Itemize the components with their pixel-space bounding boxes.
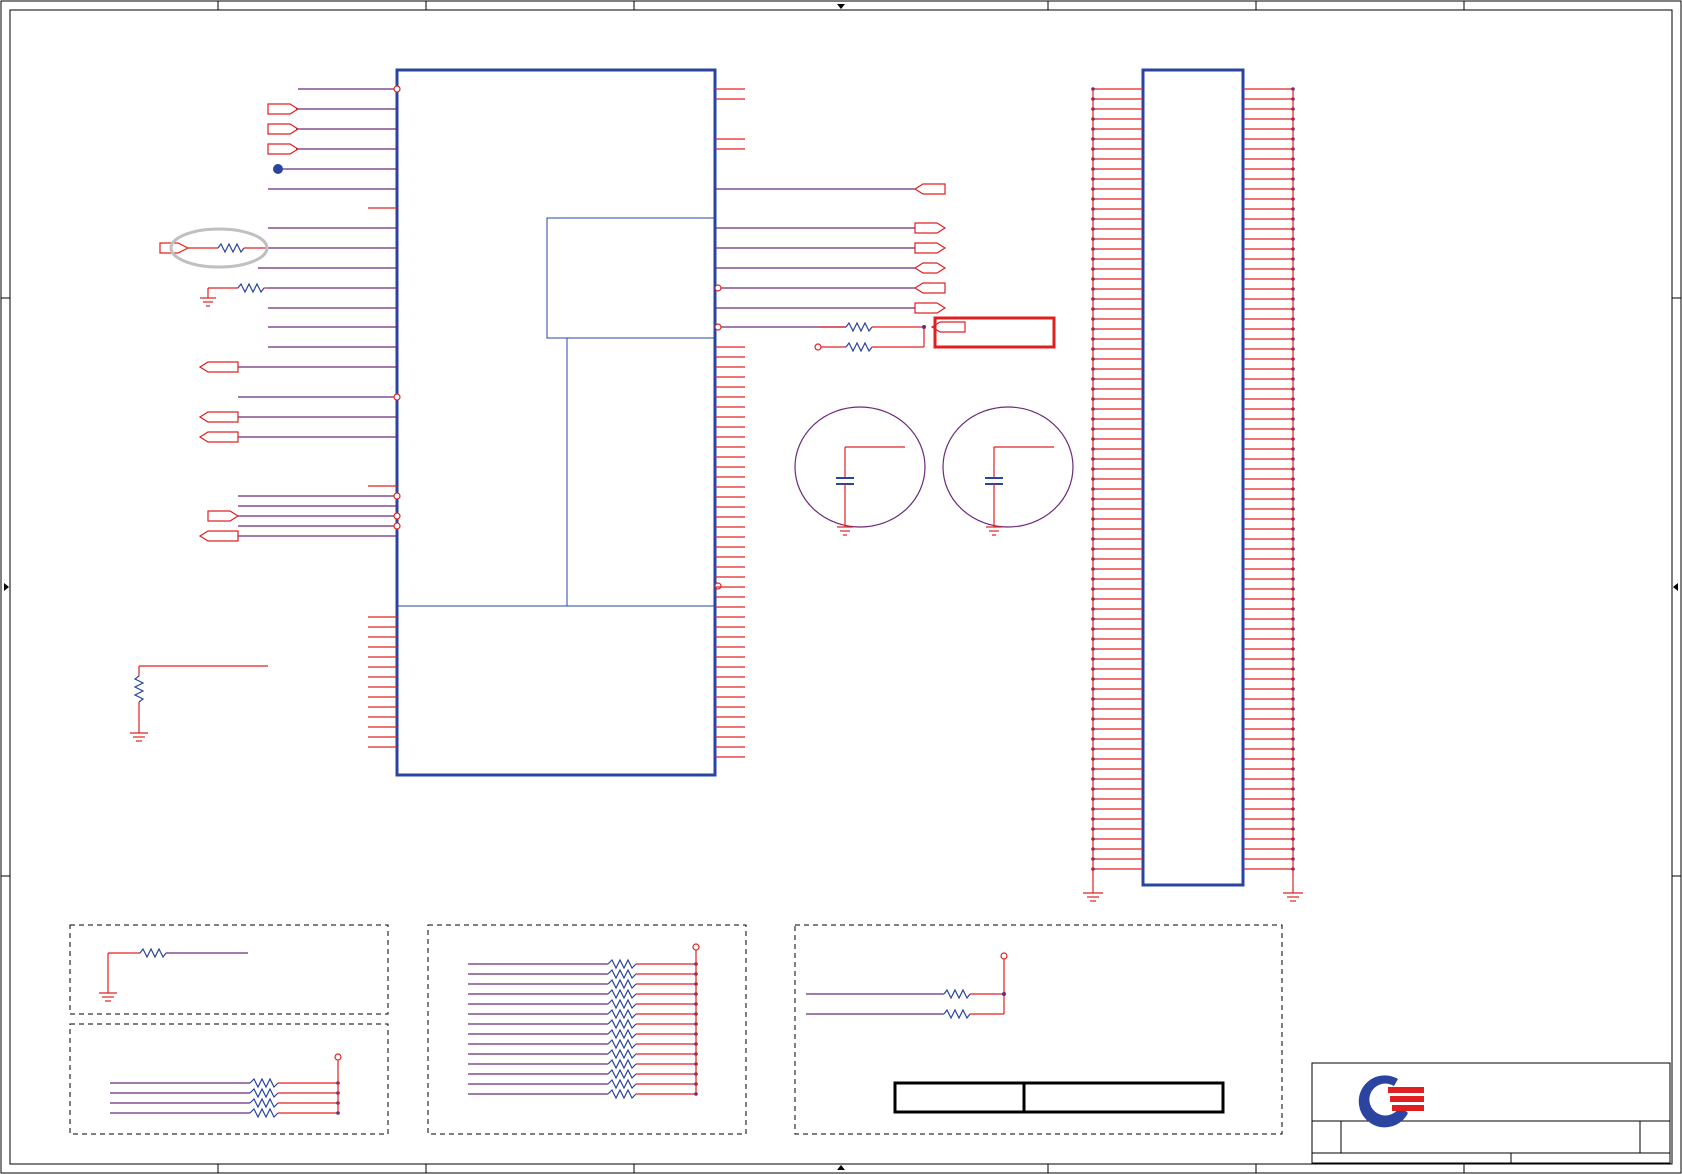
ground-symbol <box>130 732 148 742</box>
logo-icon <box>1358 1075 1424 1128</box>
net-flag-in <box>913 282 946 294</box>
resistor[interactable] <box>607 968 637 980</box>
resistor[interactable] <box>607 1028 637 1040</box>
resistor[interactable] <box>607 1078 637 1090</box>
resistor[interactable] <box>249 1097 279 1109</box>
left-resistor-to-ground[interactable] <box>200 282 268 307</box>
net-flag-in <box>913 183 946 195</box>
net-flag-out <box>267 123 300 135</box>
connector[interactable] <box>1141 68 1245 887</box>
ground-symbol <box>986 526 1002 536</box>
net-flag-out <box>267 143 300 155</box>
net-flag-out <box>159 242 190 254</box>
capacitor-callout-2[interactable] <box>942 406 1074 536</box>
net-flag-out <box>914 302 947 314</box>
option-table <box>893 1081 1225 1114</box>
main-ic[interactable] <box>395 68 717 777</box>
net-flag-bidir <box>913 262 947 274</box>
right-net-flags <box>913 183 947 314</box>
zone-ticks <box>1 1 1681 1173</box>
resistor[interactable] <box>607 1058 637 1070</box>
resistor[interactable] <box>249 1087 279 1099</box>
resistor[interactable] <box>607 1068 637 1080</box>
resistor[interactable] <box>607 978 637 990</box>
net-flag-out <box>914 242 947 254</box>
connector-pins <box>1091 87 1295 871</box>
center-arrows <box>4 4 1678 1170</box>
net-flag-in <box>198 530 239 542</box>
pulldown-resistor[interactable] <box>130 665 268 742</box>
resistor[interactable] <box>607 958 637 970</box>
main-ic-right-bus <box>715 346 745 758</box>
resistor[interactable] <box>607 988 637 1000</box>
net-flag-in <box>198 411 239 423</box>
net-flag-out <box>207 510 240 522</box>
resistor[interactable] <box>249 1107 279 1119</box>
resistor[interactable] <box>607 998 637 1010</box>
ground-symbol <box>200 297 216 307</box>
main-ic-left-bus <box>368 616 397 748</box>
ground-symbol <box>99 992 117 1002</box>
block-pullup-array <box>427 924 747 1135</box>
ground-symbol <box>1083 892 1103 902</box>
block-series-pair <box>794 924 1283 1135</box>
schematic-sheet <box>0 0 1682 1174</box>
main-ic-right-wires <box>714 88 915 590</box>
capacitor-callout-1[interactable] <box>794 406 926 536</box>
resistor[interactable] <box>607 1088 637 1100</box>
resistor[interactable] <box>607 1008 637 1020</box>
net-flag-in <box>198 361 239 373</box>
block-pullup-4 <box>69 1023 389 1135</box>
left-resistor-highlighted[interactable] <box>169 227 269 269</box>
net-flag-out <box>914 222 947 234</box>
resistor[interactable] <box>607 1048 637 1060</box>
net-flag-out <box>267 103 300 115</box>
ground-symbol <box>837 526 853 536</box>
resistor[interactable] <box>607 1018 637 1030</box>
resistor[interactable] <box>249 1077 279 1089</box>
sheet-frame <box>0 0 1682 1174</box>
block-ground-resistor <box>69 924 389 1015</box>
ground-symbol <box>1283 892 1303 902</box>
net-flag-in <box>198 431 239 443</box>
main-ic-left-wires <box>238 85 401 537</box>
junction-dot <box>273 164 283 174</box>
resistor[interactable] <box>607 1038 637 1050</box>
